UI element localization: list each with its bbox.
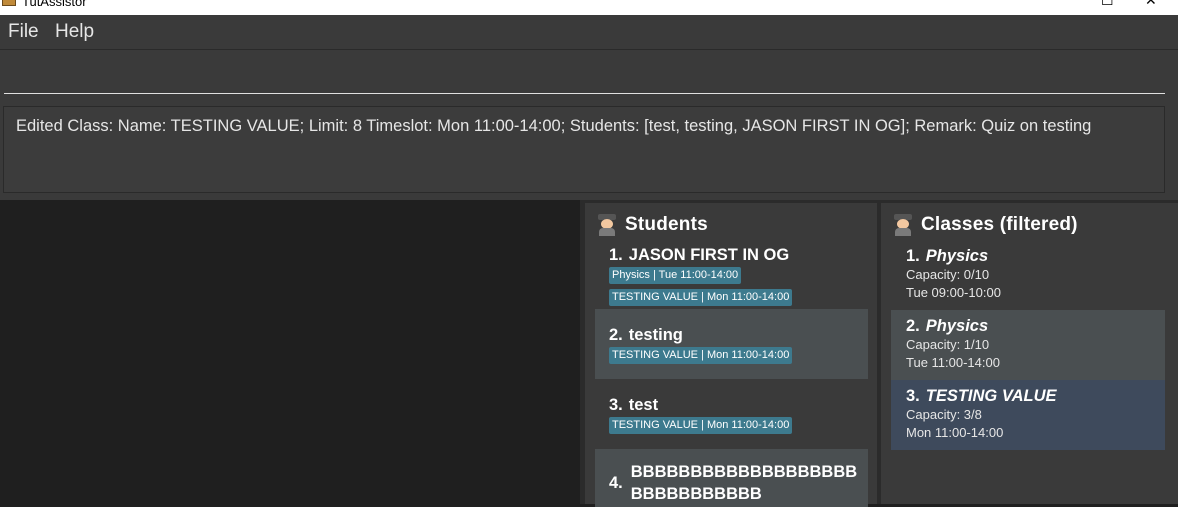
menu-help[interactable]: Help bbox=[55, 21, 94, 43]
result-display: Edited Class: Name: TESTING VALUE; Limit… bbox=[3, 106, 1165, 193]
student-name: 2. testing bbox=[609, 326, 683, 344]
class-capacity: Capacity: 0/10 bbox=[906, 267, 990, 282]
student-index: 4. bbox=[609, 474, 623, 492]
class-timeslot: Tue 09:00-10:00 bbox=[906, 285, 1001, 300]
class-name: 3. TESTING VALUE bbox=[906, 387, 1057, 405]
student-card[interactable]: 4. BBBBBBBBBBBBBBBBBBBBBBBBBBBBBB bbox=[595, 449, 868, 507]
class-name: 2. Physics bbox=[906, 317, 989, 335]
tutor-avatar-icon bbox=[597, 214, 617, 236]
maximize-icon[interactable]: ☐ bbox=[1101, 0, 1114, 9]
command-area bbox=[0, 49, 1178, 100]
class-card-selected[interactable]: 3. TESTING VALUE Capacity: 3/8 Mon 11:00-… bbox=[891, 380, 1165, 450]
result-area: Edited Class: Name: TESTING VALUE; Limit… bbox=[0, 100, 1178, 200]
student-name: 3. test bbox=[609, 396, 659, 414]
class-tag: TESTING VALUE | Mon 11:00-14:00 bbox=[609, 417, 793, 434]
class-capacity: Capacity: 1/10 bbox=[906, 337, 990, 352]
classes-header: Classes (filtered) bbox=[893, 213, 1078, 237]
class-capacity: Capacity: 3/8 bbox=[906, 407, 982, 422]
class-tag: Physics | Tue 11:00-14:00 bbox=[609, 267, 742, 284]
class-tag: TESTING VALUE | Mon 11:00-14:00 bbox=[609, 289, 793, 306]
command-input[interactable] bbox=[4, 50, 1165, 94]
classes-panel: Classes (filtered) 1. Physics Capacity: 0… bbox=[881, 200, 1178, 504]
menu-bar: File Help bbox=[0, 15, 1178, 49]
class-timeslot: Tue 11:00-14:00 bbox=[906, 355, 1000, 370]
students-panel: Students 1. JASON FIRST IN OG Physics | T… bbox=[585, 200, 877, 507]
class-name: 1. Physics bbox=[906, 247, 989, 265]
class-card[interactable]: 2. Physics Capacity: 1/10 Tue 11:00-14:00 bbox=[891, 310, 1165, 380]
class-tag: TESTING VALUE | Mon 11:00-14:00 bbox=[609, 347, 793, 364]
tutor-avatar-icon bbox=[893, 214, 913, 236]
student-card[interactable]: 3. test TESTING VALUE | Mon 11:00-14:00 bbox=[595, 379, 868, 449]
title-bar: TutAssistor ☐ ✕ bbox=[0, 0, 1178, 15]
student-name: 1. JASON FIRST IN OG bbox=[609, 246, 790, 264]
student-card[interactable]: 1. JASON FIRST IN OG Physics | Tue 11:00-… bbox=[595, 240, 868, 309]
classes-title: Classes (filtered) bbox=[921, 214, 1078, 235]
window-title: TutAssistor bbox=[22, 0, 87, 9]
students-title: Students bbox=[625, 214, 708, 235]
class-card[interactable]: 1. Physics Capacity: 0/10 Tue 09:00-10:00 bbox=[891, 240, 1165, 310]
student-card[interactable]: 2. testing TESTING VALUE | Mon 11:00-14:0… bbox=[595, 309, 868, 379]
close-icon[interactable]: ✕ bbox=[1145, 0, 1157, 9]
menu-file[interactable]: File bbox=[8, 21, 39, 43]
class-timeslot: Mon 11:00-14:00 bbox=[906, 425, 1004, 440]
students-header: Students bbox=[597, 213, 708, 237]
app-icon bbox=[2, 0, 16, 6]
left-pane bbox=[0, 203, 580, 504]
student-name: BBBBBBBBBBBBBBBBBBBBBBBBBBBBBB bbox=[630, 463, 858, 503]
